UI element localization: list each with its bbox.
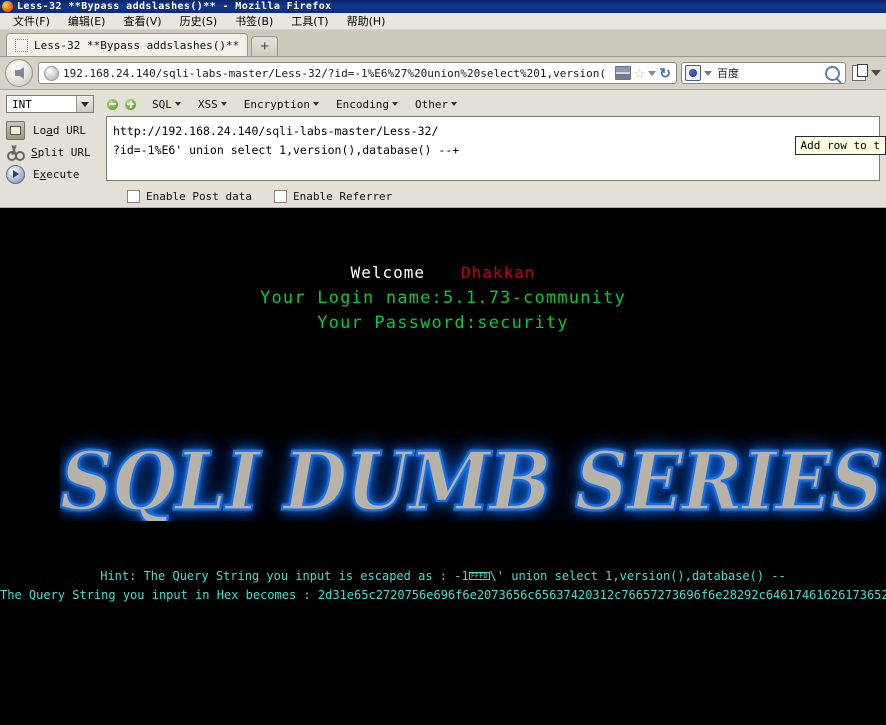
tab-active[interactable]: Less-32 **Bypass addslashes()** (6, 33, 249, 56)
address-bar-icons: ☆ ↻ (614, 66, 673, 80)
enable-referrer-label: Enable Referrer (292, 190, 393, 203)
chevron-down-icon[interactable] (76, 96, 93, 112)
hackbar-type-value: INT (12, 97, 32, 111)
hackbar-menu-encryption-label: Encryption (243, 97, 310, 111)
back-button[interactable] (5, 59, 33, 87)
rss-feed-icon[interactable] (614, 66, 631, 80)
copy-page-icon[interactable] (852, 64, 868, 81)
hint-prefix: Hint: The Query String you input is esca… (100, 569, 469, 583)
hackbar-menu-sql-label: SQL (152, 97, 172, 111)
execute-button[interactable]: Execute (6, 163, 106, 185)
search-input[interactable]: 百度 (717, 65, 825, 81)
hex-label: The Query String you input in Hex become… (0, 588, 318, 602)
hackbar-menu-sql[interactable]: SQL (152, 98, 181, 111)
hackbar-menu-encoding[interactable]: Encoding (336, 98, 398, 111)
search-bar[interactable]: 百度 (681, 62, 846, 84)
firefox-logo-icon (2, 1, 13, 12)
hackbar-action-list: Load URL Split URL Execute (6, 116, 106, 185)
enable-referrer-checkbox[interactable]: Enable Referrer (273, 190, 393, 203)
execute-play-icon (6, 164, 25, 184)
add-row-tooltip: Add row to t (794, 136, 886, 155)
menu-item-history[interactable]: 历史(S) (171, 12, 227, 30)
hackbar-main-row: Load URL Split URL Execute http://192.16… (0, 116, 886, 185)
menu-item-help[interactable]: 帮助(H) (338, 12, 395, 30)
tab-strip: Less-32 **Bypass addslashes()** + (0, 30, 886, 57)
chevron-down-icon (451, 102, 458, 106)
back-arrow-icon (14, 67, 24, 79)
menu-bar: 文件(F) 编辑(E) 查看(V) 历史(S) 书签(B) 工具(T) 帮助(H… (0, 13, 886, 30)
hint-line: Hint: The Query String you input is esca… (0, 569, 886, 583)
window-title: Less-32 **Bypass addslashes()** - Mozill… (17, 1, 332, 12)
browser-window: Less-32 **Bypass addslashes()** - Mozill… (0, 0, 886, 725)
sqli-dumb-series-banner: SQLI DUMB SERIES-32 (60, 431, 886, 521)
tab-title: Less-32 **Bypass addslashes()** (34, 38, 240, 52)
hackbar-row-controls (107, 98, 136, 110)
chevron-down-icon[interactable] (648, 70, 657, 76)
welcome-row: Welcome Dhakkan (0, 263, 886, 282)
execute-label: Execute (33, 167, 80, 181)
hackbar-options-row: Enable Post data Enable Referrer (0, 185, 886, 203)
chevron-down-icon (174, 102, 181, 106)
scissors-icon (6, 144, 25, 161)
hex-value: 2d31e65c2720756e696f6e2073656c6563742031… (317, 588, 886, 602)
hackbar-url-line1: http://192.168.24.140/sqli-labs-master/L… (113, 124, 439, 138)
reload-icon[interactable]: ↻ (659, 66, 671, 80)
hackbar-url-textarea[interactable]: http://192.168.24.140/sqli-labs-master/L… (106, 116, 880, 181)
login-name-line: Your Login name:5.1.73-community (260, 288, 626, 308)
hackbar-menu-xss[interactable]: XSS (198, 98, 227, 111)
hackbar-menu-encoding-label: Encoding (335, 97, 389, 111)
address-bar[interactable]: 192.168.24.140/sqli-labs-master/Less-32/… (38, 62, 677, 84)
checkbox-box[interactable] (273, 190, 287, 203)
enable-post-data-label: Enable Post data (146, 190, 252, 203)
baidu-paw-icon[interactable] (685, 65, 701, 81)
search-engine-chevron-icon[interactable] (704, 70, 712, 76)
new-tab-button[interactable]: + (251, 36, 279, 56)
navigation-toolbar: 192.168.24.140/sqli-labs-master/Less-32/… (0, 57, 886, 90)
checkbox-box[interactable] (127, 190, 140, 203)
page-content: Welcome Dhakkan Your Login name:5.1.73-co… (0, 263, 886, 699)
hint-suffix: \' union select 1,version(),database() -… (489, 569, 786, 583)
menu-item-view[interactable]: 查看(V) (114, 12, 170, 30)
menu-item-edit[interactable]: 编辑(E) (59, 12, 115, 30)
toolbar-overflow-chevron-icon[interactable] (871, 70, 881, 76)
load-url-label: Load URL (33, 123, 86, 137)
page-favicon-icon (15, 38, 28, 52)
hackbar-type-select[interactable]: INT (6, 95, 94, 113)
hackbar-menu-other-label: Other (414, 97, 449, 111)
hackbar-menus: SQL XSS Encryption Encoding Other (152, 97, 458, 111)
bookmark-star-icon[interactable]: ☆ (634, 67, 646, 80)
split-url-label: Split URL (31, 145, 91, 159)
welcome-word: Welcome (350, 263, 425, 282)
menu-item-bookmarks[interactable]: 书签(B) (226, 12, 282, 30)
split-url-button[interactable]: Split URL (6, 141, 106, 163)
password-line: Your Password:security (317, 313, 569, 333)
globe-icon (44, 65, 59, 81)
load-url-icon (6, 120, 25, 140)
hackbar-menu-xss-label: XSS (197, 97, 218, 111)
enable-post-data-checkbox[interactable]: Enable Post data (127, 190, 252, 203)
chevron-down-icon (391, 102, 398, 106)
hex-line: The Query String you input in Hex become… (0, 588, 886, 602)
add-row-icon[interactable] (125, 98, 136, 110)
load-url-button[interactable]: Load URL (6, 119, 106, 141)
hackbar-panel: INT SQL XSS Encryption Encoding Other Lo… (0, 90, 886, 208)
banner-text: SQLI DUMB SERIES-32 (60, 432, 886, 521)
hackbar-menu-encryption[interactable]: Encryption (244, 98, 319, 111)
search-icon[interactable] (825, 65, 840, 81)
hackbar-url-line2: ?id=-1%E6' union select 1,version(),data… (113, 143, 460, 157)
chevron-down-icon (220, 102, 227, 106)
toolbar-overflow (852, 64, 881, 81)
menu-item-tools[interactable]: 工具(T) (282, 12, 337, 30)
hackbar-menu-other[interactable]: Other (414, 97, 458, 111)
remove-row-icon[interactable] (107, 98, 118, 110)
chevron-down-icon (312, 102, 319, 106)
hackbar-toolbar-row: INT SQL XSS Encryption Encoding Other (0, 93, 886, 116)
url-text: 192.168.24.140/sqli-labs-master/Less-32/… (63, 66, 607, 80)
welcome-name: Dhakkan (461, 263, 536, 282)
menu-item-file[interactable]: 文件(F) (4, 12, 59, 30)
page-viewport: Welcome Dhakkan Your Login name:5.1.73-co… (0, 208, 886, 699)
replacement-char-glyph: FFFD (468, 571, 490, 580)
